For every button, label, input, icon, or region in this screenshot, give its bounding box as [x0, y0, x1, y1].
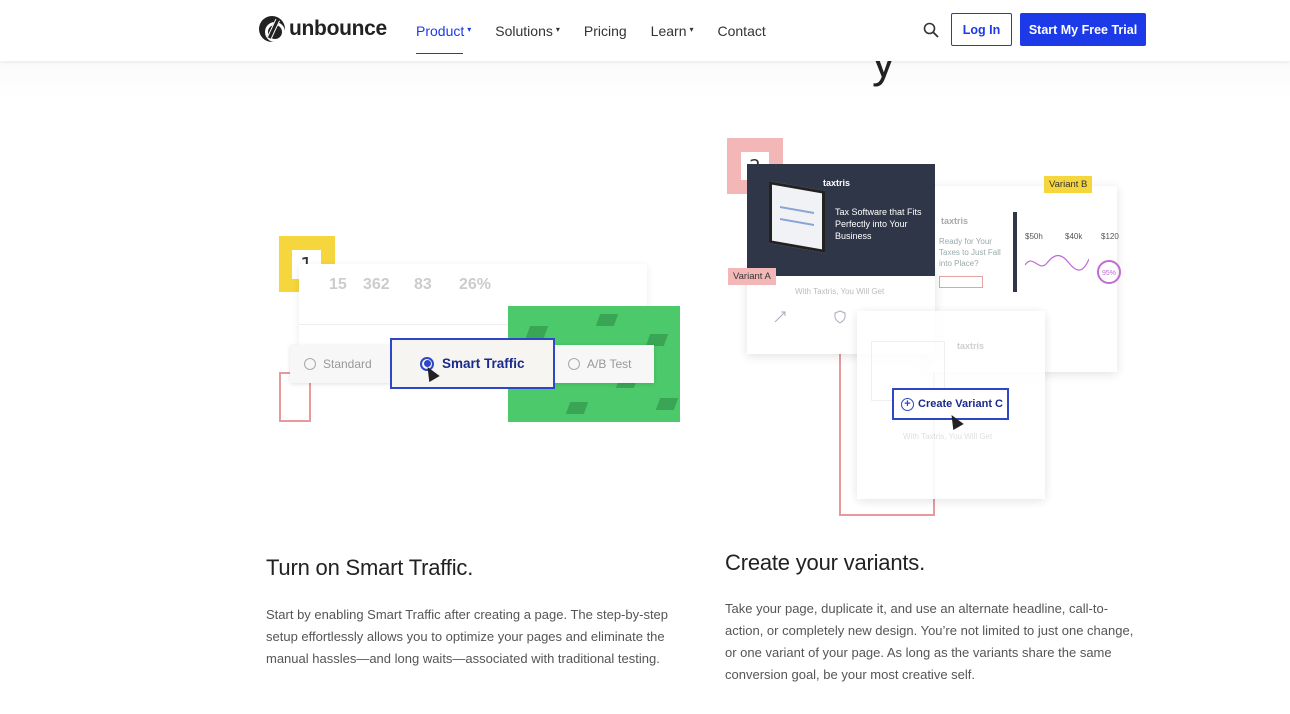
logo-text: unbounce	[289, 17, 387, 40]
wave-chart-icon	[1025, 254, 1089, 271]
nav-label: Solutions	[495, 22, 553, 39]
nav-item-learn[interactable]: Learn ▾	[651, 0, 694, 61]
variant-a-subline: With Taxtris, You Will Get	[795, 287, 885, 296]
stat-value: 83	[414, 276, 432, 293]
rocket-icon	[774, 311, 786, 323]
metric-value: $40k	[1065, 232, 1083, 241]
option-label: Smart Traffic	[442, 356, 525, 371]
variant-b-headline: Ready for Your Taxes to Just Fall into P…	[939, 237, 1001, 268]
option-ab-test: A/B Test	[554, 345, 654, 383]
step1-body: Start by enabling Smart Traffic after cr…	[266, 607, 669, 666]
option-label: Standard	[323, 357, 372, 371]
variant-a-hero: taxtris Tax Software that Fits Perfectly…	[747, 164, 935, 276]
smart-traffic-illustration: 1 15 362 83 26% Standard A/B Test Smart …	[275, 230, 685, 430]
option-smart-traffic: Smart Traffic	[390, 338, 555, 389]
variant-b-label: Variant B	[1044, 176, 1093, 193]
pattern-cube	[565, 402, 589, 414]
nav-item-contact[interactable]: Contact	[718, 0, 766, 61]
screen-line	[780, 218, 814, 226]
create-variant-label: Create Variant C	[918, 398, 1003, 410]
metric-value: $120	[1101, 232, 1119, 241]
variant-a-label: Variant A	[728, 268, 776, 285]
site-header: unbounce Product ▾ Solutions ▾ Pricing Lea…	[0, 0, 1290, 61]
pattern-cube	[525, 326, 549, 338]
nav-item-solutions[interactable]: Solutions ▾	[495, 0, 560, 61]
metric-value: $50h	[1025, 232, 1043, 241]
brand-name: taxtris	[823, 178, 851, 188]
variant-c-subline: With Taxtris, You Will Get	[903, 432, 993, 441]
step1-heading: Turn on Smart Traffic.	[266, 555, 474, 580]
option-label: A/B Test	[587, 357, 632, 371]
laptop-image	[769, 181, 825, 253]
option-standard: Standard	[290, 345, 392, 383]
nav-label: Contact	[717, 22, 766, 39]
brand-name: taxtris	[957, 341, 985, 351]
shield-icon	[834, 310, 846, 324]
pattern-cube	[595, 314, 619, 326]
stat-value: 15	[329, 276, 347, 293]
start-free-trial-button[interactable]: Start My Free Trial	[1020, 13, 1146, 46]
nav-label: Product	[416, 22, 465, 39]
plus-circle-icon: +	[901, 397, 914, 411]
cta-placeholder	[939, 276, 983, 288]
logo[interactable]: unbounce	[259, 16, 387, 42]
nav-item-pricing[interactable]: Pricing	[584, 0, 627, 61]
main-nav: Product ▾ Solutions ▾ Pricing Learn ▾ Conta…	[416, 0, 790, 61]
percent-value: 95%	[1102, 270, 1117, 277]
nav-label: Learn	[650, 22, 687, 39]
hero-tagline: Tax Software that Fits Perfectly into Yo…	[835, 207, 922, 241]
step2-body: Take your page, duplicate it, and use an…	[725, 601, 1134, 682]
chevron-down-icon: ▾	[689, 25, 694, 34]
chevron-down-icon: ▾	[467, 25, 472, 34]
create-variants-illustration: 2 taxtris Ready for Your Taxes to Just F…	[725, 136, 1125, 521]
nav-label: Pricing	[583, 22, 627, 39]
logo-mark-icon	[259, 16, 285, 42]
pattern-cube	[655, 398, 679, 410]
brand-name: taxtris	[941, 216, 969, 226]
radio-icon	[304, 358, 316, 370]
chevron-down-icon: ▾	[555, 25, 560, 34]
nav-item-product[interactable]: Product ▾	[416, 0, 471, 61]
step2-heading: Create your variants.	[725, 550, 925, 575]
login-button[interactable]: Log In	[951, 13, 1012, 46]
stat-value: 26%	[459, 276, 492, 293]
search-icon[interactable]	[923, 22, 939, 38]
stat-value: 362	[363, 276, 390, 293]
radio-icon	[568, 358, 580, 370]
screen-line	[780, 206, 814, 214]
phone-edge	[1013, 212, 1017, 292]
